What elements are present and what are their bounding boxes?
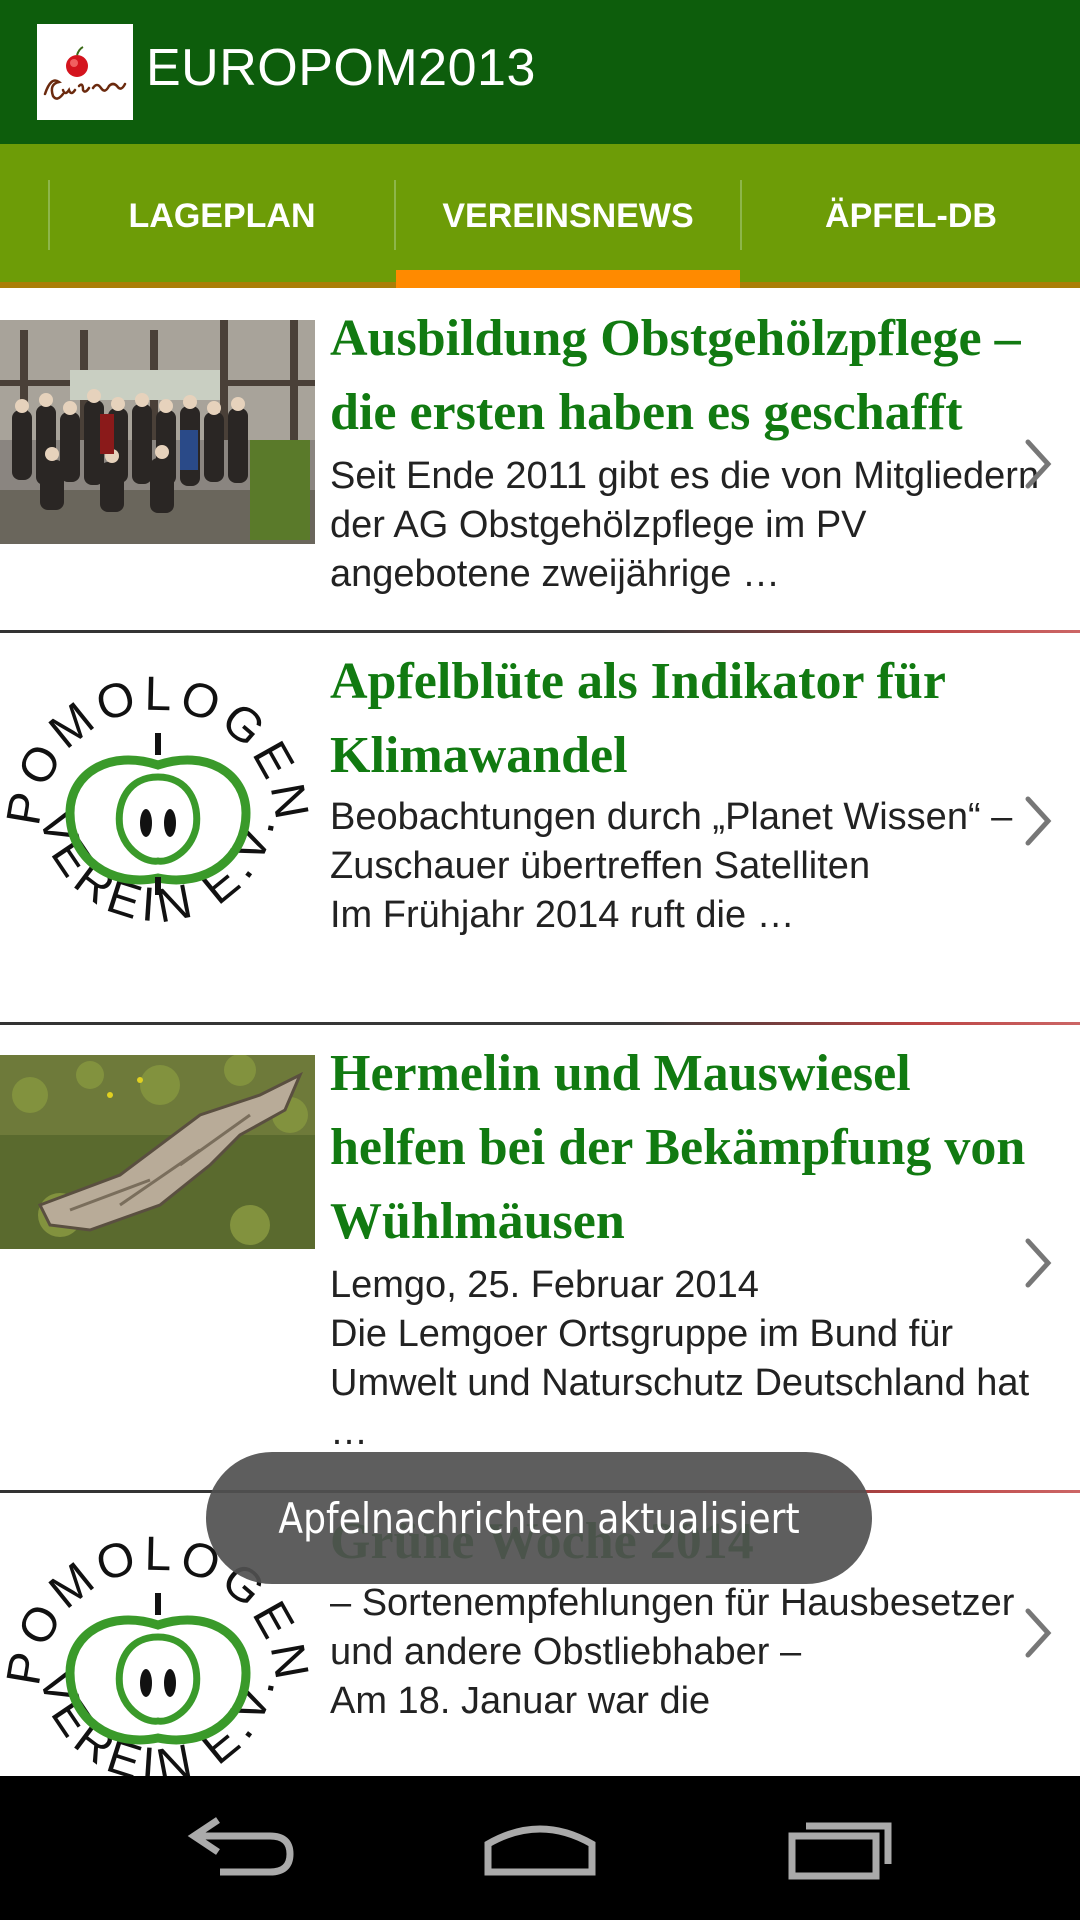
navigation-bar	[0, 1776, 1080, 1920]
news-thumbnail-tree-stump-photo	[0, 1055, 315, 1249]
news-text: Seit Ende 2011 gibt es die von Mitgliede…	[330, 455, 1040, 595]
tab-bar: LAGEPLAN VEREINSNEWS ÄPFEL-DB	[0, 144, 1080, 288]
news-thumbnail-group-photo	[0, 320, 315, 544]
app-title: EUROPOM2013	[146, 39, 536, 97]
chevron-right-icon	[1025, 1238, 1052, 1288]
news-item[interactable]: Ausbildung Obstgehölzpflege – die ersten…	[0, 288, 1080, 630]
app-logo[interactable]	[37, 24, 133, 120]
recents-icon[interactable]	[770, 1806, 910, 1890]
chevron-right-icon	[1025, 439, 1052, 489]
news-item[interactable]: POMOLOGEN VEREIN E.V. Apfelblüte als Ind…	[0, 633, 1080, 1023]
tab-aepfel-db[interactable]: ÄPFEL-DB	[742, 144, 1080, 288]
toast-text: Apfelnachrichten aktualisiert	[278, 1493, 800, 1543]
home-icon[interactable]	[470, 1806, 610, 1890]
news-item[interactable]: Hermelin und Mauswiesel helfen bei der B…	[0, 1025, 1080, 1491]
chevron-right-icon	[1025, 1608, 1052, 1658]
tab-selected-indicator	[396, 270, 740, 288]
tab-vereinsnews[interactable]: VEREINSNEWS	[396, 144, 740, 288]
action-bar: EUROPOM2013	[0, 0, 1080, 144]
news-title: Apfelblüte als Indikator für Klimawandel	[330, 653, 945, 784]
news-title: Hermelin und Mauswiesel helfen bei der B…	[330, 1045, 1026, 1250]
news-text: Beobachtungen durch „Planet Wissen“ – Zu…	[330, 796, 1013, 936]
chevron-right-icon	[1025, 796, 1052, 846]
back-icon[interactable]	[170, 1806, 310, 1890]
toast: Apfelnachrichten aktualisiert	[206, 1452, 872, 1584]
news-thumbnail-pomologen-logo: POMOLOGEN VEREIN E.V.	[0, 653, 315, 969]
news-title: Ausbildung Obstgehölzpflege – die ersten…	[330, 310, 1021, 441]
news-text: – Sortenempfehlungen für Hausbesetzer un…	[330, 1582, 1015, 1722]
apple-logo-icon	[43, 46, 127, 100]
tab-lageplan[interactable]: LAGEPLAN	[50, 144, 394, 288]
news-text: Lemgo, 25. Februar 2014 Die Lemgoer Orts…	[330, 1264, 1030, 1453]
